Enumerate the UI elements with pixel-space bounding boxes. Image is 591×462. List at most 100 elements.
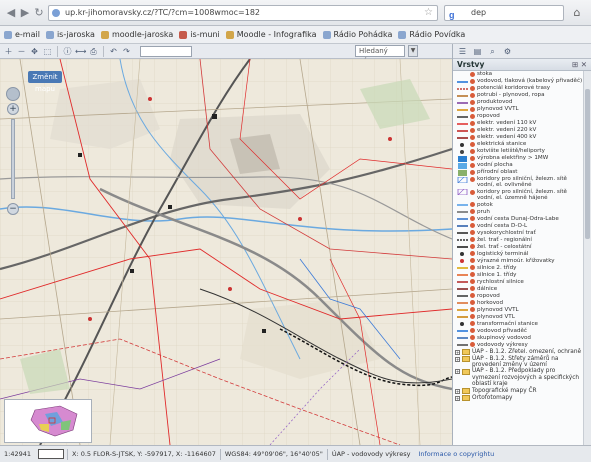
layer-group[interactable]: + ÚAP - B.1.2. Zřetel. omezení, ochraně [453, 349, 583, 356]
layer-visibility-toggle[interactable] [470, 244, 475, 250]
layer-visibility-toggle[interactable] [470, 307, 475, 313]
layer-visibility-toggle[interactable] [470, 300, 475, 306]
layer-visibility-toggle[interactable] [470, 169, 475, 175]
expand-icon[interactable]: + [455, 349, 460, 355]
layer-item[interactable]: žel. trať - regionální [453, 237, 583, 244]
home-icon[interactable]: ⌂ [570, 6, 584, 20]
layer-item[interactable]: elektr. vedení 220 kV [453, 127, 583, 134]
layer-visibility-toggle[interactable] [470, 78, 475, 84]
pan-control-icon[interactable] [6, 87, 20, 101]
print-icon[interactable]: ⎙ [88, 46, 99, 57]
layer-item[interactable]: horkovod [453, 300, 583, 307]
expand-icon[interactable]: + [455, 388, 460, 394]
search-icon[interactable]: ⌕ [487, 46, 498, 57]
measure-icon[interactable]: ⟷ [75, 46, 86, 57]
change-map-button[interactable]: Změnit mapu [28, 71, 62, 93]
layer-group[interactable]: + Topografické mapy ČR [453, 388, 583, 395]
layer-visibility-toggle[interactable] [470, 99, 475, 105]
layer-visibility-toggle[interactable] [470, 328, 475, 334]
layers-icon[interactable]: ☰ [457, 46, 468, 57]
layer-item[interactable]: vodovod, tlaková (kabelový přivaděč) [453, 78, 583, 85]
layer-item[interactable]: logistický terminál [453, 251, 583, 258]
layer-visibility-toggle[interactable] [470, 85, 475, 91]
map-canvas[interactable]: Změnit mapu + − [0, 59, 452, 445]
reload-icon[interactable]: ↻ [32, 6, 46, 20]
bookmark-item[interactable]: Rádio Pohádka [322, 30, 392, 39]
layer-visibility-toggle[interactable] [470, 176, 475, 182]
pan-icon[interactable]: ✥ [29, 46, 40, 57]
back-icon[interactable]: ↶ [108, 46, 119, 57]
layer-item[interactable]: potok [453, 202, 583, 209]
copyright-link[interactable]: Informace o copyrightu [414, 450, 498, 458]
layer-visibility-toggle[interactable] [470, 141, 475, 147]
layer-item[interactable]: kotvište letiště/heliporty [453, 148, 583, 155]
find-dropdown-icon[interactable]: ▼ [408, 45, 418, 57]
layer-visibility-toggle[interactable] [470, 321, 475, 327]
layer-visibility-toggle[interactable] [470, 216, 475, 222]
layer-item[interactable]: vodní cesta D-O-L [453, 223, 583, 230]
layer-visibility-toggle[interactable] [470, 162, 475, 168]
bookmark-item[interactable]: moodle-jaroska [100, 30, 173, 39]
overview-map[interactable] [4, 399, 92, 443]
layer-item[interactable]: koridory pro silniční, železn. sítě vodn… [453, 189, 583, 202]
layer-visibility-toggle[interactable] [470, 279, 475, 285]
expand-icon[interactable]: + [455, 356, 460, 362]
expand-icon[interactable]: + [455, 395, 460, 401]
layer-visibility-toggle[interactable] [470, 314, 475, 320]
zoom-out-icon[interactable]: － [16, 46, 27, 57]
layer-visibility-toggle[interactable] [470, 237, 475, 243]
layer-group[interactable]: + Ortofotomapy [453, 395, 583, 402]
forward-icon[interactable]: ↷ [121, 46, 132, 57]
layer-visibility-toggle[interactable] [470, 230, 475, 236]
layer-item[interactable]: dálnice [453, 286, 583, 293]
layer-item[interactable]: plynovod VVTL [453, 307, 583, 314]
layer-item[interactable]: žel. trať - celostátní [453, 244, 583, 251]
layer-item[interactable]: vysokorychlostní trať [453, 230, 583, 237]
zoom-box-icon[interactable]: ⬚ [42, 46, 53, 57]
layer-visibility-toggle[interactable] [470, 148, 475, 154]
layer-item[interactable]: silnice 2. třídy [453, 265, 583, 272]
bookmark-star-icon[interactable]: ☆ [424, 6, 433, 20]
layer-item[interactable]: potenciál koridorové trasy [453, 85, 583, 92]
scrollbar-thumb[interactable] [585, 89, 590, 239]
layer-visibility-toggle[interactable] [470, 209, 475, 215]
layer-visibility-toggle[interactable] [470, 92, 475, 98]
layer-item[interactable]: produktovod [453, 99, 583, 106]
zoom-in-icon[interactable]: ＋ [3, 46, 14, 57]
layer-visibility-toggle[interactable] [470, 293, 475, 299]
layer-visibility-toggle[interactable] [470, 189, 475, 195]
layer-item[interactable]: plynovod VVTL [453, 106, 583, 113]
bookmark-item[interactable]: is-muni [179, 30, 220, 39]
layer-visibility-toggle[interactable] [470, 286, 475, 292]
layer-item[interactable]: elektr. vedení 400 kV [453, 134, 583, 141]
forward-arrow-icon[interactable]: ▶ [18, 6, 32, 20]
layer-item[interactable]: vodní cesta Dunaj-Odra-Labe [453, 216, 583, 223]
bookmark-item[interactable]: Rádio Povídka [398, 30, 465, 39]
layer-item[interactable]: rychlostní silnice [453, 279, 583, 286]
layer-group[interactable]: + ÚAP - B.1.2. Střety záměrů na provedení… [453, 356, 583, 369]
layer-visibility-toggle[interactable] [470, 342, 475, 348]
layer-item[interactable]: potrubí - plynovod, ropa [453, 92, 583, 99]
address-bar[interactable]: up.kr-jihomoravsky.cz/?TC/?cm=1008wmoc=1… [48, 5, 438, 21]
layer-visibility-toggle[interactable] [470, 113, 475, 119]
layer-list-scrollbar[interactable] [583, 71, 591, 445]
layer-item[interactable]: elektr. vedení 110 kV [453, 120, 583, 127]
layer-visibility-toggle[interactable] [470, 127, 475, 133]
layer-visibility-toggle[interactable] [470, 202, 475, 208]
layer-visibility-toggle[interactable] [470, 155, 475, 161]
zoom-minus-button[interactable]: − [7, 203, 19, 215]
layer-item[interactable]: koridory pro silniční, železn. sítě vodn… [453, 176, 583, 189]
expand-icon[interactable]: + [455, 369, 460, 375]
back-arrow-icon[interactable]: ◀ [4, 6, 18, 20]
bookmark-item[interactable]: e-mail [4, 30, 40, 39]
layer-item[interactable]: výrazné mimoúr. křižovatky [453, 258, 583, 265]
layer-visibility-toggle[interactable] [470, 335, 475, 341]
layer-item[interactable]: ropovod [453, 113, 583, 120]
layer-item[interactable]: stoka [453, 71, 583, 78]
layer-visibility-toggle[interactable] [470, 106, 475, 112]
layer-visibility-toggle[interactable] [470, 120, 475, 126]
layer-visibility-toggle[interactable] [470, 134, 475, 140]
layer-item[interactable]: přírodní oblast [453, 169, 583, 176]
layer-group[interactable]: + ÚAP - B.1.2. Předpoklady pro vymezení r… [453, 368, 583, 387]
bookmark-item[interactable]: is-jaroska [45, 30, 95, 39]
